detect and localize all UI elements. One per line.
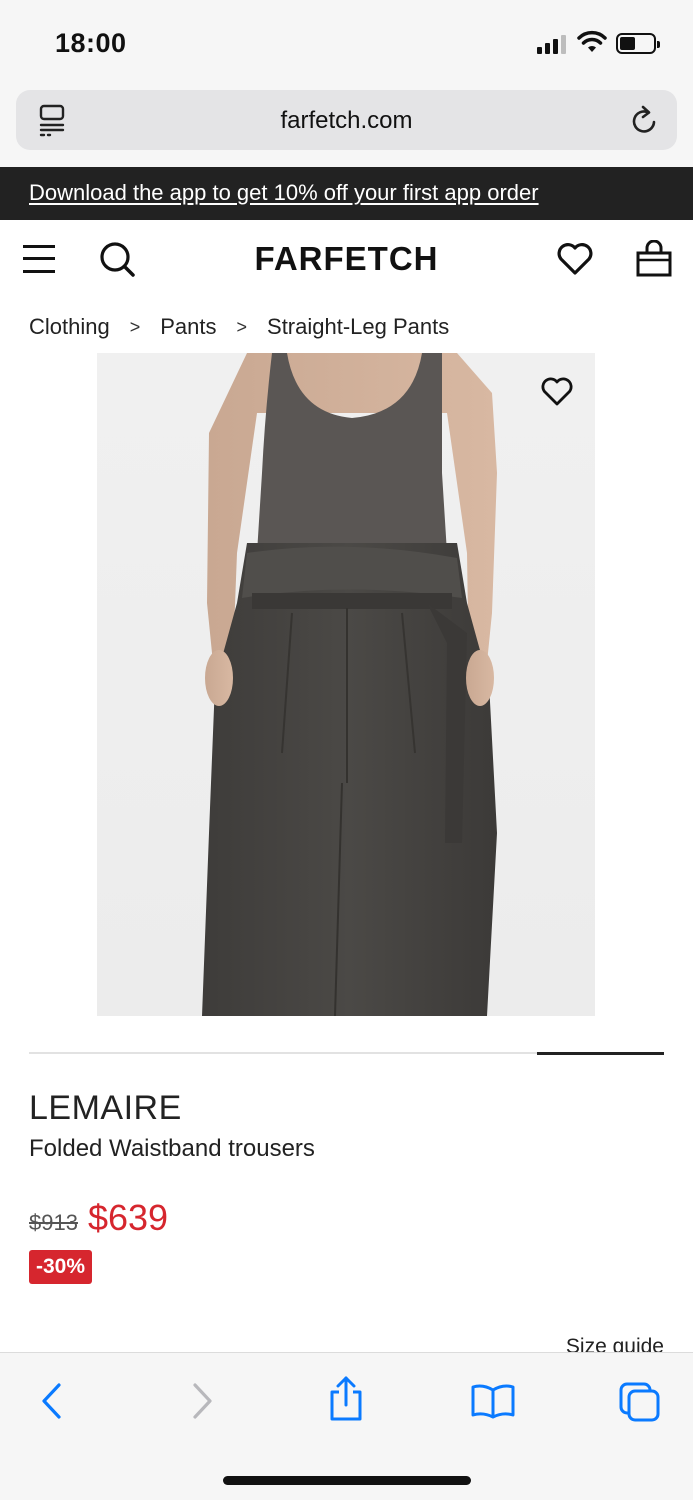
heart-icon[interactable]	[556, 242, 594, 276]
browser-address-area: farfetch.com	[0, 88, 693, 167]
sale-price: $639	[87, 1197, 169, 1238]
product-image[interactable]	[97, 353, 595, 1016]
product-name: Folded Waistband trousers	[29, 1135, 315, 1162]
bookmarks-icon[interactable]	[470, 1383, 516, 1419]
breadcrumb: Clothing > Pants > Straight-Leg Pants	[29, 314, 449, 340]
original-price: $913	[29, 1210, 78, 1235]
chevron-right-icon: >	[129, 316, 141, 337]
battery-icon	[616, 33, 660, 54]
product-photo-illustration	[202, 353, 497, 1016]
product-brand[interactable]: LEMAIRE	[29, 1089, 182, 1128]
site-header: FARFETCH	[0, 220, 693, 300]
home-indicator	[223, 1476, 471, 1485]
forward-icon[interactable]	[188, 1381, 216, 1421]
app-promo-link[interactable]: Download the app to get 10% off your fir…	[29, 180, 539, 206]
back-icon[interactable]	[38, 1381, 66, 1421]
chevron-right-icon: >	[236, 316, 248, 337]
tabs-icon[interactable]	[618, 1381, 662, 1423]
status-bar: 18:00	[0, 0, 693, 88]
breadcrumb-straight-leg-pants[interactable]: Straight-Leg Pants	[267, 314, 449, 340]
breadcrumb-pants[interactable]: Pants	[160, 314, 216, 340]
wishlist-heart-icon[interactable]	[540, 377, 574, 407]
url-text[interactable]: farfetch.com	[16, 107, 677, 135]
signal-icon	[537, 34, 569, 54]
wifi-icon	[577, 30, 607, 52]
breadcrumb-clothing[interactable]: Clothing	[29, 314, 110, 340]
price-row: $913 $639	[29, 1197, 168, 1239]
bag-icon[interactable]	[636, 240, 672, 278]
app-promo-banner: Download the app to get 10% off your fir…	[0, 167, 693, 220]
status-time: 18:00	[55, 28, 127, 58]
discount-badge: -30%	[29, 1250, 93, 1284]
share-icon[interactable]	[327, 1375, 365, 1423]
carousel-position-indicator	[537, 1052, 664, 1055]
address-bar[interactable]: farfetch.com	[16, 90, 677, 150]
reload-icon[interactable]	[630, 104, 660, 136]
